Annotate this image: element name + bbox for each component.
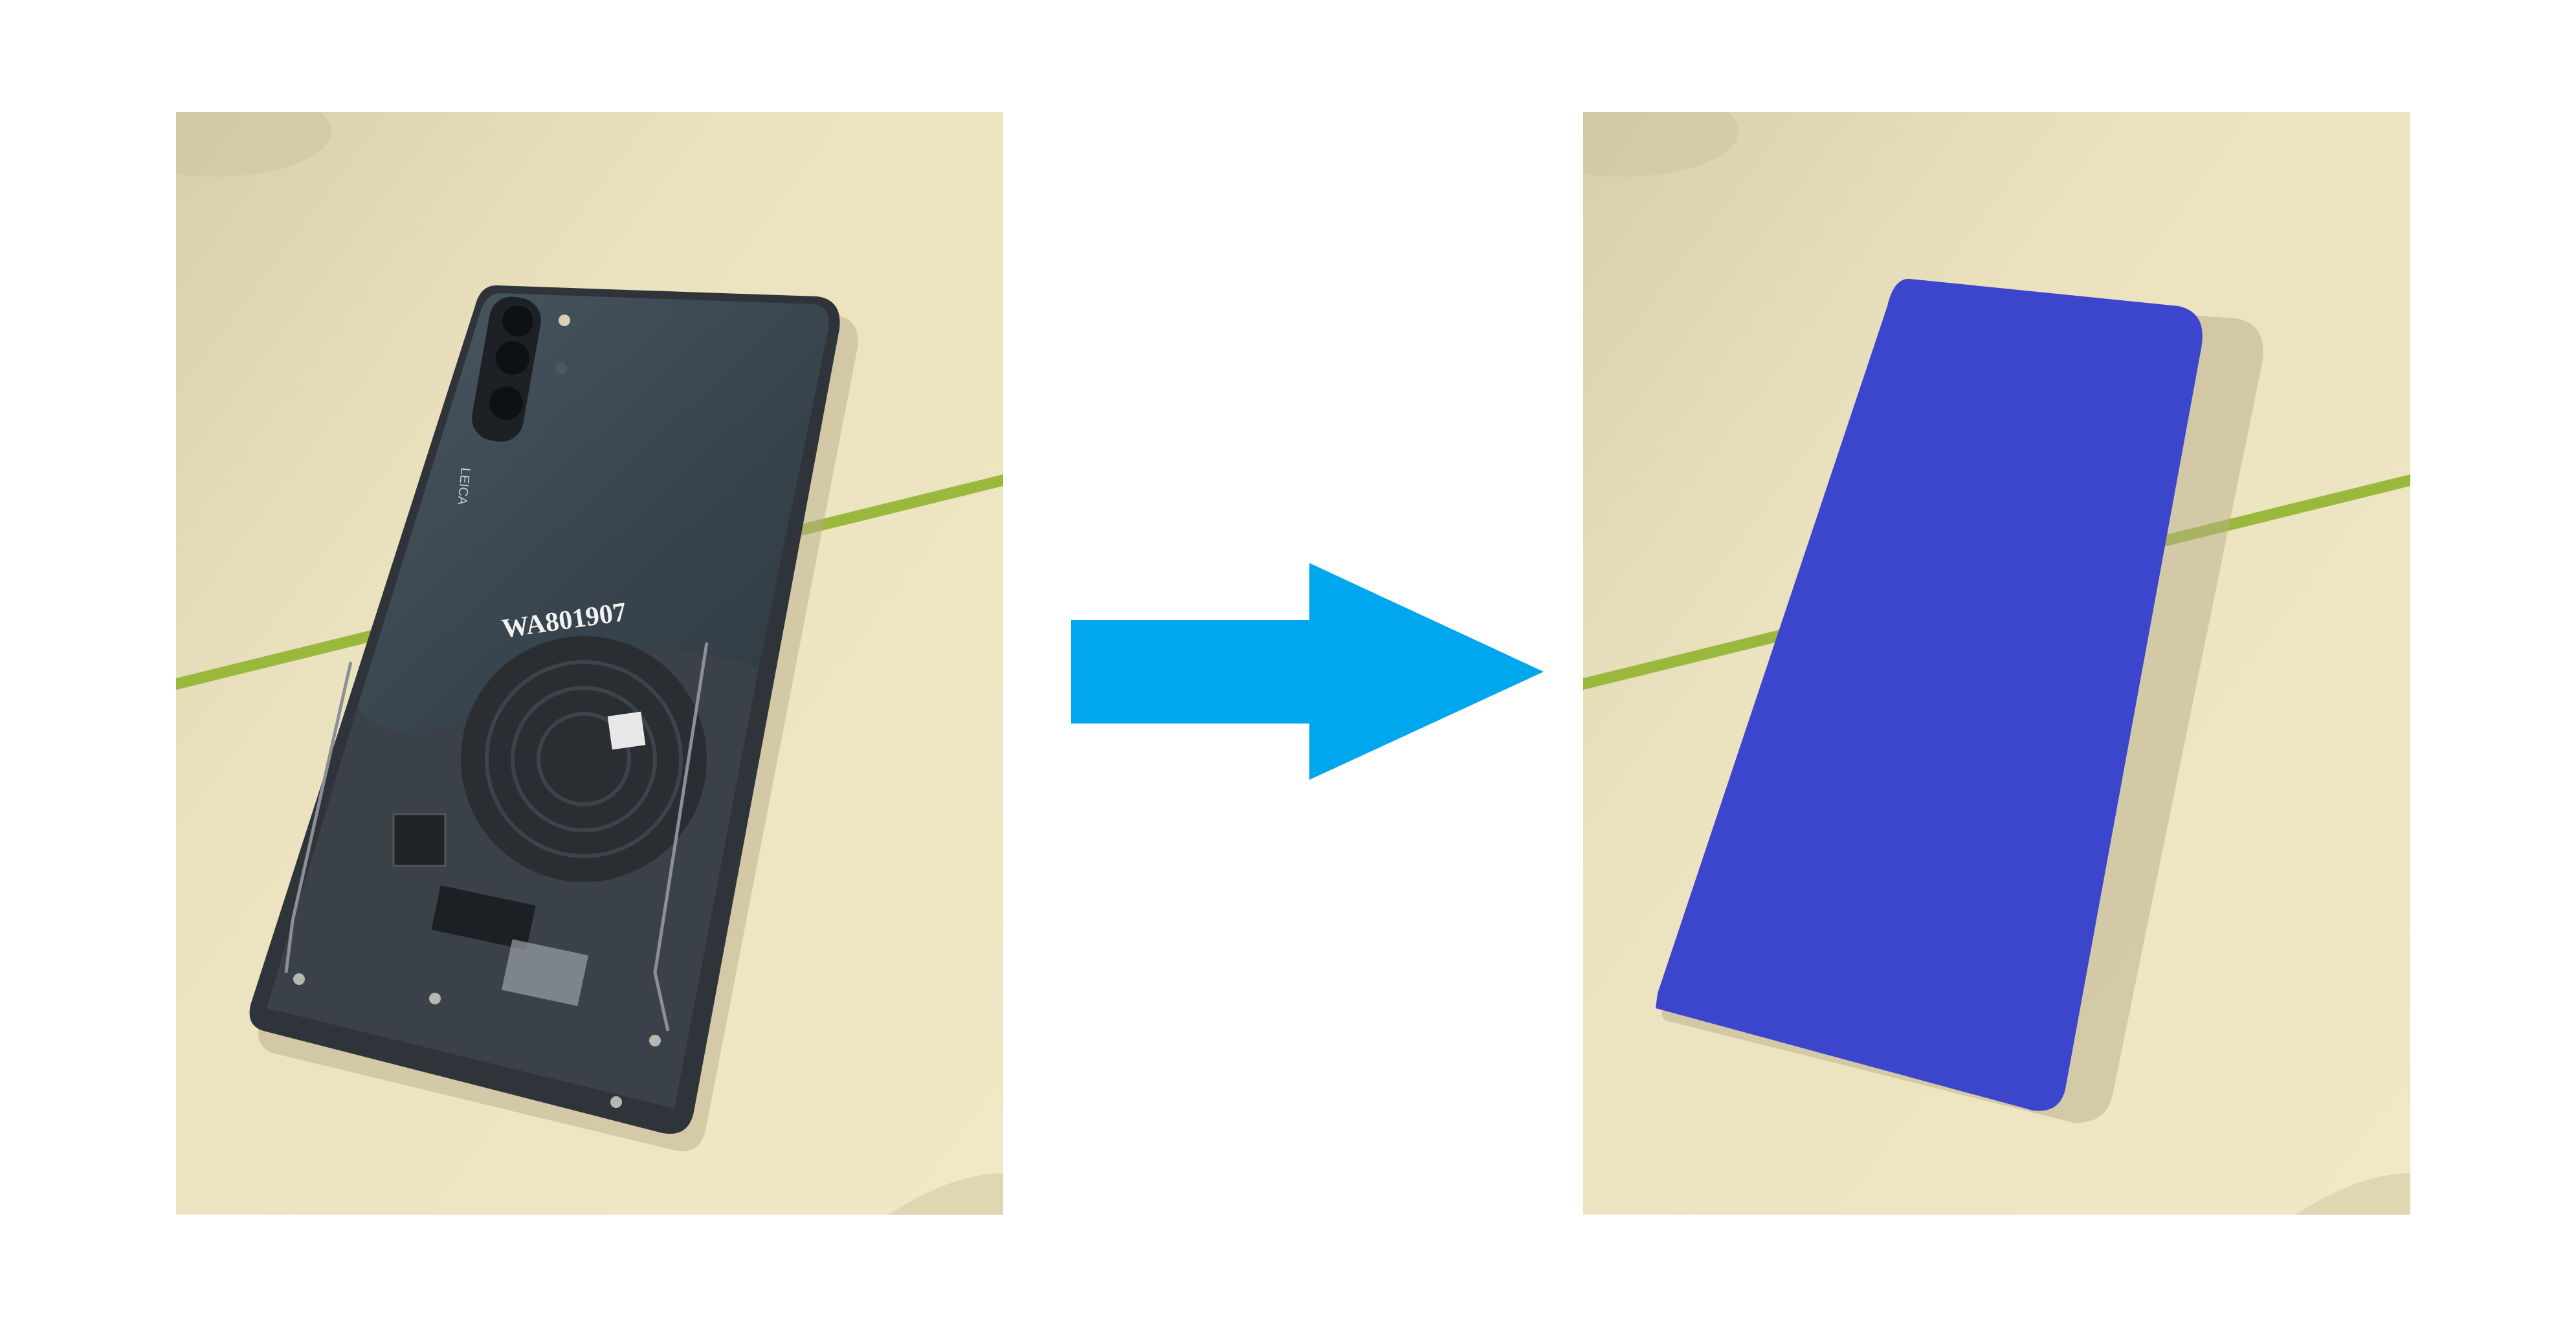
phone-photo: WA801907 LEICA <box>176 112 1003 1215</box>
segmented-photo <box>1583 112 2410 1215</box>
flash-icon <box>559 315 570 326</box>
mask-photo <box>1583 112 2410 1215</box>
qr-label <box>607 711 646 750</box>
right-arrow-icon <box>1071 563 1544 780</box>
original-photo: WA801907 LEICA <box>176 112 1003 1215</box>
barcode-chip <box>392 813 447 867</box>
charging-coil <box>461 636 707 882</box>
